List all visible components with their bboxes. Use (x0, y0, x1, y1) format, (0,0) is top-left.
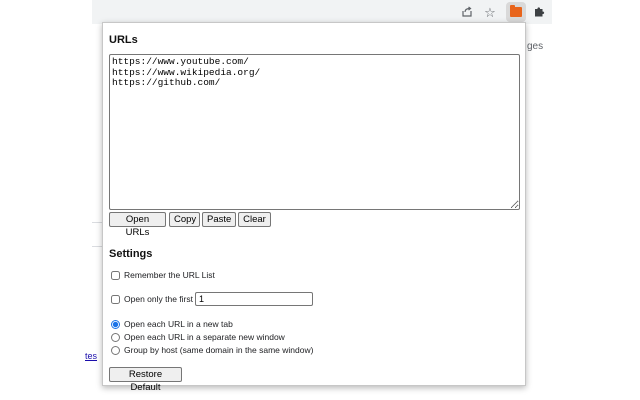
extension-folder-icon[interactable] (506, 2, 526, 22)
open-urls-button[interactable]: Open URLs (109, 212, 166, 238)
open-first-checkbox[interactable] (111, 294, 120, 304)
open-new-tab-label: Open each URL in a new tab (124, 319, 233, 329)
open-first-label: Open only the first (124, 294, 193, 304)
settings-title: Settings (109, 248, 153, 260)
clear-button[interactable]: Clear (238, 212, 271, 227)
url-list-textarea[interactable]: https://www.youtube.com/ https://www.wik… (109, 54, 520, 210)
remember-url-list-option[interactable]: Remember the URL List (111, 270, 215, 280)
open-mode-option-new-window[interactable]: Open each URL in a separate new window (111, 332, 285, 342)
extension-popup: URLs https://www.youtube.com/ https://ww… (102, 22, 526, 393)
open-new-tab-radio[interactable] (111, 319, 120, 329)
open-first-option: Open only the first (111, 292, 313, 306)
group-by-host-label: Group by host (same domain in the same w… (124, 345, 314, 355)
share-icon[interactable] (458, 3, 476, 21)
open-mode-option-new-tab[interactable]: Open each URL in a new tab (111, 319, 233, 329)
background-page-text: ges (527, 41, 544, 52)
background-page-link[interactable]: tes (85, 351, 97, 361)
puzzle-icon[interactable] (530, 3, 548, 21)
open-first-count-input[interactable] (194, 292, 313, 306)
paste-button[interactable]: Paste (202, 212, 236, 227)
browser-window: ☆ ges tes URLs https://www.youtube.com/ … (0, 0, 640, 400)
remember-url-list-label: Remember the URL List (124, 270, 215, 280)
urls-title: URLs (109, 34, 138, 46)
browser-toolbar: ☆ (92, 0, 552, 24)
open-new-window-label: Open each URL in a separate new window (124, 332, 285, 342)
open-new-window-radio[interactable] (111, 332, 120, 342)
restore-default-button[interactable]: Restore Default (109, 367, 182, 393)
group-by-host-radio[interactable] (111, 345, 120, 355)
remember-url-list-checkbox[interactable] (111, 270, 120, 280)
folder-icon (510, 5, 522, 17)
open-mode-option-group-by-host[interactable]: Group by host (same domain in the same w… (111, 345, 313, 355)
copy-button[interactable]: Copy (169, 212, 200, 227)
star-icon[interactable]: ☆ (481, 3, 499, 21)
